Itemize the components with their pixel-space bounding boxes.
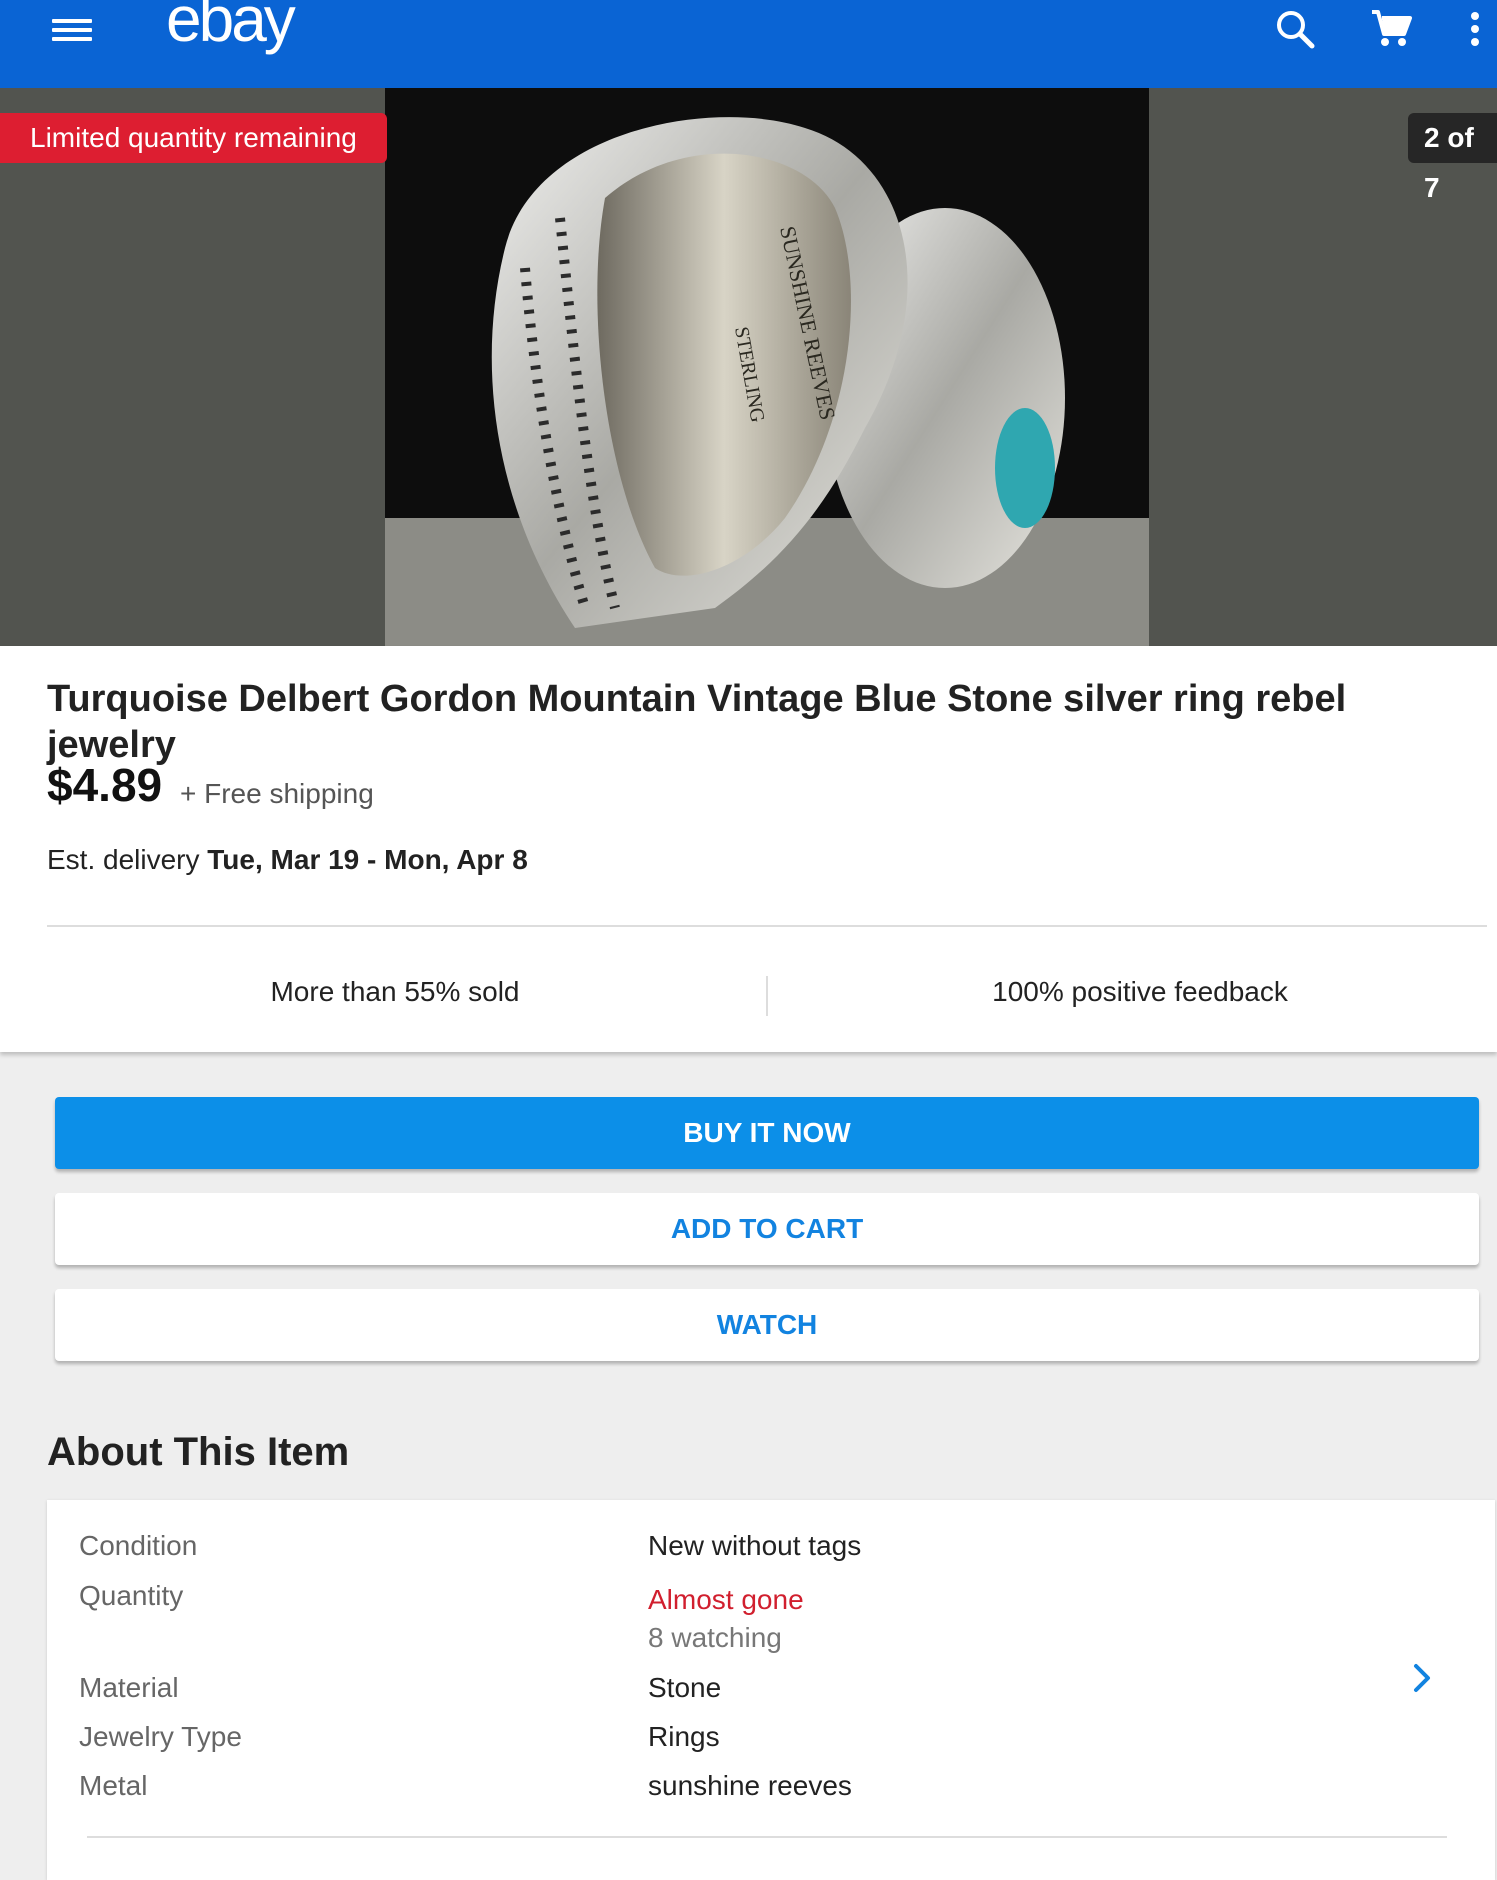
about-heading: About This Item [47, 1430, 350, 1474]
divider [47, 925, 1487, 927]
item-price: $4.89 [47, 759, 163, 811]
estimated-delivery: Est. delivery Tue, Mar 19 - Mon, Apr 8 [47, 844, 528, 876]
feedback-stat: 100% positive feedback [992, 976, 1288, 1007]
jewelry-type-label: Jewelry Type [79, 1721, 242, 1752]
stat-separator [766, 976, 768, 1016]
product-photo[interactable]: SUNSHINE REEVES STERLING [385, 88, 1149, 646]
condition-label: Condition [79, 1530, 198, 1561]
metal-value: sunshine reeves [648, 1770, 852, 1801]
hamburger-menu-icon[interactable] [52, 14, 92, 44]
delivery-range: Tue, Mar 19 - Mon, Apr 8 [207, 844, 528, 875]
top-app-bar: ebay [0, 0, 1497, 88]
item-summary-card: Turquoise Delbert Gordon Mountain Vintag… [0, 646, 1497, 1052]
sold-stat: More than 55% sold [270, 976, 520, 1007]
buy-it-now-button[interactable]: BUY IT NOW [55, 1097, 1479, 1169]
condition-value: New without tags [648, 1530, 862, 1561]
chevron-right-icon[interactable] [1407, 1658, 1437, 1698]
ebay-logo[interactable]: ebay [166, 0, 296, 56]
quantity-value: Almost gone [648, 1584, 804, 1615]
jewelry-type-value: Rings [648, 1721, 720, 1752]
metal-label: Metal [79, 1770, 148, 1801]
shipping-info: + Free shipping [180, 778, 374, 809]
image-gallery[interactable]: SUNSHINE REEVES STERLING Limited quantit… [0, 88, 1497, 646]
image-counter: 2 of 7 [1408, 113, 1497, 203]
material-value: Stone [648, 1672, 722, 1703]
delivery-label: Est. delivery [47, 844, 200, 875]
cart-icon[interactable] [1366, 4, 1416, 54]
limited-quantity-badge: Limited quantity remaining [0, 113, 387, 163]
search-icon[interactable] [1270, 4, 1320, 54]
material-label: Material [79, 1672, 179, 1703]
ring-image: SUNSHINE REEVES STERLING [385, 117, 1149, 646]
more-options-icon[interactable] [1460, 4, 1490, 54]
watch-button[interactable]: WATCH [55, 1289, 1479, 1361]
card-divider [87, 1836, 1447, 1838]
quantity-label: Quantity [79, 1580, 184, 1611]
add-to-cart-button[interactable]: ADD TO CART [55, 1193, 1479, 1265]
watching-count: 8 watching [648, 1622, 782, 1653]
item-specifics-card[interactable]: Condition New without tags Quantity Almo… [47, 1500, 1495, 1880]
item-title: Turquoise Delbert Gordon Mountain Vintag… [47, 678, 1347, 766]
